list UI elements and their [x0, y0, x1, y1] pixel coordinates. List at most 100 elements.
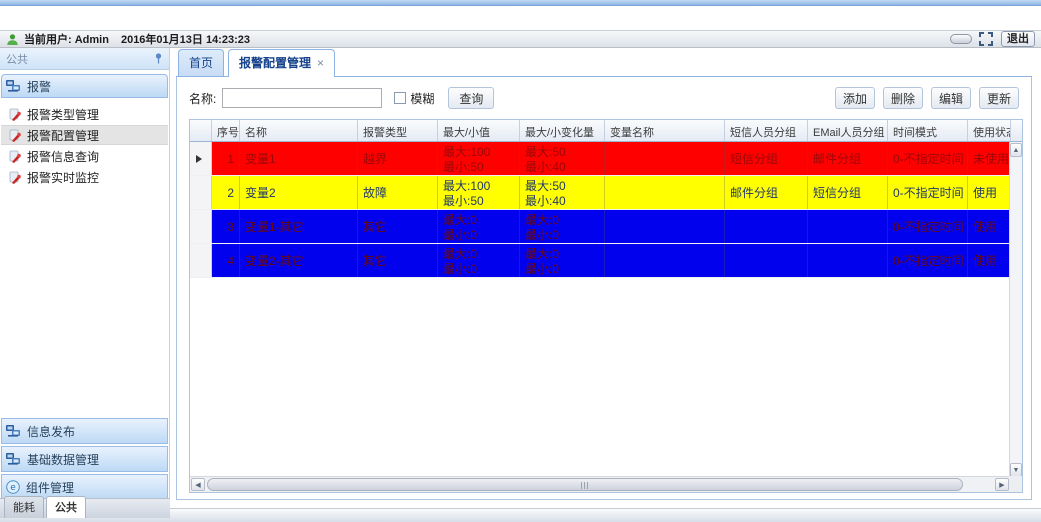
alarm-section-icon [6, 80, 21, 93]
cell-seq: 4 [212, 244, 240, 277]
svg-text:e: e [10, 483, 16, 493]
row-indicator-cell [190, 244, 212, 277]
scroll-down-icon[interactable]: ▼ [1010, 463, 1022, 477]
delete-button[interactable]: 删除 [883, 87, 923, 109]
main-panel: 首页 报警配置管理 × 名称: 模糊 查询 添加 删除 编辑 更新 [176, 48, 1032, 500]
name-input[interactable] [222, 88, 382, 108]
cell-time-mode: 0-不指定时间 [888, 244, 968, 277]
sidebar-item-alarm-realtime-monitor[interactable]: 报警实时监控 [1, 167, 168, 187]
sidebar-tab-energy[interactable]: 能耗 [4, 496, 44, 518]
row-indicator-cell [190, 142, 212, 175]
tab-close-icon[interactable]: × [317, 58, 324, 68]
col-header-sms-group[interactable]: 短信人员分组 [725, 120, 808, 141]
cell-maxmin-change: 最大:50最小:40 [520, 176, 605, 209]
alarm-tool-icon [8, 129, 21, 142]
sidebar: 公共 报警 报警类型管理 报警配置管理 [0, 48, 170, 518]
cell-sms-group [725, 210, 808, 243]
fuzzy-checkbox[interactable] [394, 92, 406, 104]
sidebar-item-label: 报警信息查询 [27, 148, 99, 165]
sidebar-item-alarm-config-mgmt[interactable]: 报警配置管理 [1, 125, 168, 145]
scroll-up-icon[interactable]: ▲ [1010, 143, 1022, 157]
tab-alarm-config-mgmt[interactable]: 报警配置管理 × [228, 49, 335, 77]
table-row[interactable]: 1 变量1 越界 最大:100最小:50 最大:50最小:40 短信分组 邮件分… [190, 142, 1022, 176]
cell-email-group [808, 210, 888, 243]
scroll-left-icon[interactable]: ◀ [191, 478, 205, 491]
base-data-section-icon [6, 453, 21, 466]
cell-use-status: 使用 [968, 210, 1011, 243]
col-header-maxmin-change[interactable]: 最大/小变化量 [520, 120, 605, 141]
cell-maxmin-change: 最大:0最小:0 [520, 210, 605, 243]
update-button[interactable]: 更新 [979, 87, 1019, 109]
sidebar-section-info-publish[interactable]: 信息发布 [1, 418, 168, 444]
sidebar-header-title: 公共 [6, 51, 28, 67]
sidebar-section-alarm[interactable]: 报警 [1, 74, 168, 98]
search-toolbar: 名称: 模糊 查询 添加 删除 编辑 更新 [177, 83, 1031, 113]
sidebar-item-label: 报警配置管理 [27, 127, 99, 144]
cell-email-group: 邮件分组 [808, 142, 888, 175]
sidebar-section-label: 基础数据管理 [27, 451, 99, 468]
alarm-tool-icon [8, 150, 21, 163]
sidebar-header: 公共 [0, 48, 169, 70]
col-header-email-group[interactable]: EMail人员分组 [808, 120, 888, 141]
tab-content-panel: 名称: 模糊 查询 添加 删除 编辑 更新 序号 名称 报警类型 最大/小值 最 [176, 77, 1032, 500]
sidebar-section-label: 组件管理 [26, 479, 74, 496]
edit-button[interactable]: 编辑 [931, 87, 971, 109]
datetime-label: 2016年01月13日 14:23:23 [121, 31, 250, 47]
minimize-button[interactable] [950, 34, 972, 44]
tab-home[interactable]: 首页 [178, 49, 224, 76]
fullscreen-icon[interactable] [979, 32, 993, 46]
col-header-maxmin[interactable]: 最大/小值 [438, 120, 520, 141]
alarm-section-label: 报警 [27, 78, 51, 95]
scroll-thumb-grip [581, 482, 588, 489]
current-user-label: 当前用户: Admin [24, 31, 109, 47]
col-header-use-status[interactable]: 使用状态 [968, 120, 1011, 141]
col-header-alarm-type[interactable]: 报警类型 [358, 120, 438, 141]
cell-seq: 1 [212, 142, 240, 175]
cell-name: 变量2 [240, 176, 358, 209]
user-bar: 当前用户: Admin 2016年01月13日 14:23:23 退出 [0, 30, 1041, 48]
pin-icon[interactable] [154, 53, 163, 64]
add-button[interactable]: 添加 [835, 87, 875, 109]
cell-var-name [605, 176, 725, 209]
cell-seq: 3 [212, 210, 240, 243]
query-button[interactable]: 查询 [448, 87, 494, 109]
sidebar-item-label: 报警类型管理 [27, 106, 99, 123]
sidebar-item-alarm-info-query[interactable]: 报警信息查询 [1, 146, 168, 166]
cell-var-name [605, 244, 725, 277]
sidebar-item-label: 报警实时监控 [27, 169, 99, 186]
horizontal-scrollbar[interactable]: ◀ ▶ [190, 476, 1010, 492]
top-accent-bar [0, 0, 1041, 6]
col-header-name[interactable]: 名称 [240, 120, 358, 141]
scroll-right-icon[interactable]: ▶ [995, 478, 1009, 491]
col-header-time-mode[interactable]: 时间模式 [888, 120, 968, 141]
cell-var-name [605, 210, 725, 243]
col-header-seq[interactable]: 序号 [212, 120, 240, 141]
cell-name: 变量1-其它 [240, 210, 358, 243]
horizontal-scroll-thumb[interactable] [207, 478, 963, 491]
table-row[interactable]: 3 变量1-其它 其它 最大:0最小:0 最大:0最小:0 0-不指定时间 使用 [190, 210, 1022, 244]
cell-use-status: 使用 [968, 176, 1011, 209]
tabstrip: 首页 报警配置管理 × [176, 48, 1032, 77]
app-window: 当前用户: Admin 2016年01月13日 14:23:23 退出 公共 报… [0, 0, 1041, 522]
cell-maxmin-change: 最大:0最小:0 [520, 244, 605, 277]
sidebar-section-label: 信息发布 [27, 423, 75, 440]
vertical-scrollbar[interactable]: ▲ ▼ [1009, 142, 1022, 478]
sidebar-item-alarm-type-mgmt[interactable]: 报警类型管理 [1, 104, 168, 124]
sidebar-section-base-data-mgmt[interactable]: 基础数据管理 [1, 446, 168, 472]
logout-button[interactable]: 退出 [1001, 31, 1035, 47]
table-row[interactable]: 4 变量2-其它 其它 最大:0最小:0 最大:0最小:0 0-不指定时间 使用 [190, 244, 1022, 278]
cell-alarm-type: 故障 [358, 176, 438, 209]
cell-name: 变量1 [240, 142, 358, 175]
cell-alarm-type: 其它 [358, 244, 438, 277]
cell-var-name [605, 142, 725, 175]
sidebar-tab-public[interactable]: 公共 [46, 496, 86, 518]
col-header-var-name[interactable]: 变量名称 [605, 120, 725, 141]
component-section-icon: e [6, 480, 20, 494]
tab-label: 报警配置管理 [239, 54, 311, 71]
table-row[interactable]: 2 变量2 故障 最大:100最小:50 最大:50最小:40 邮件分组 短信分… [190, 176, 1022, 210]
cell-maxmin: 最大:0最小:0 [438, 210, 520, 243]
cell-sms-group: 邮件分组 [725, 176, 808, 209]
alarm-tool-icon [8, 171, 21, 184]
cell-email-group: 短信分组 [808, 176, 888, 209]
cell-maxmin: 最大:100最小:50 [438, 142, 520, 175]
